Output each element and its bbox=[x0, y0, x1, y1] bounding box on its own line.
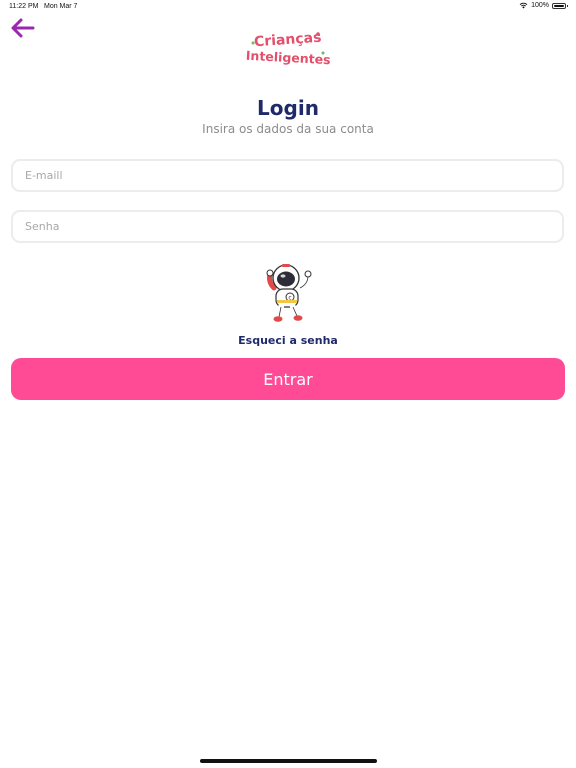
password-field[interactable] bbox=[11, 210, 564, 243]
status-indicators: 100% bbox=[519, 2, 568, 9]
email-field[interactable] bbox=[11, 159, 564, 192]
login-screen: 11:22 PM Mon Mar 7 100% Crianças Intelig… bbox=[0, 0, 576, 768]
wifi-icon bbox=[519, 2, 528, 9]
status-bar: 11:22 PM Mon Mar 7 100% bbox=[0, 0, 576, 14]
battery-percent: 100% bbox=[531, 2, 549, 9]
astronaut-illustration: c bbox=[266, 264, 312, 322]
page-title: Login bbox=[257, 96, 319, 120]
login-button[interactable]: Entrar bbox=[11, 358, 565, 400]
status-date: Mon Mar 7 bbox=[44, 3, 78, 10]
back-button[interactable] bbox=[10, 17, 36, 39]
forgot-password-link[interactable]: Esqueci a senha bbox=[0, 334, 576, 347]
logo-line2: Inteligentes bbox=[246, 48, 330, 67]
arrow-left-icon bbox=[11, 18, 35, 38]
status-time: 11:22 PM bbox=[9, 3, 39, 10]
home-indicator bbox=[200, 759, 377, 763]
logo-line1: Crianças bbox=[254, 30, 322, 51]
app-logo: Crianças Inteligentes bbox=[246, 30, 330, 68]
battery-icon bbox=[552, 2, 568, 9]
page-subtitle: Insira os dados da sua conta bbox=[202, 122, 374, 136]
